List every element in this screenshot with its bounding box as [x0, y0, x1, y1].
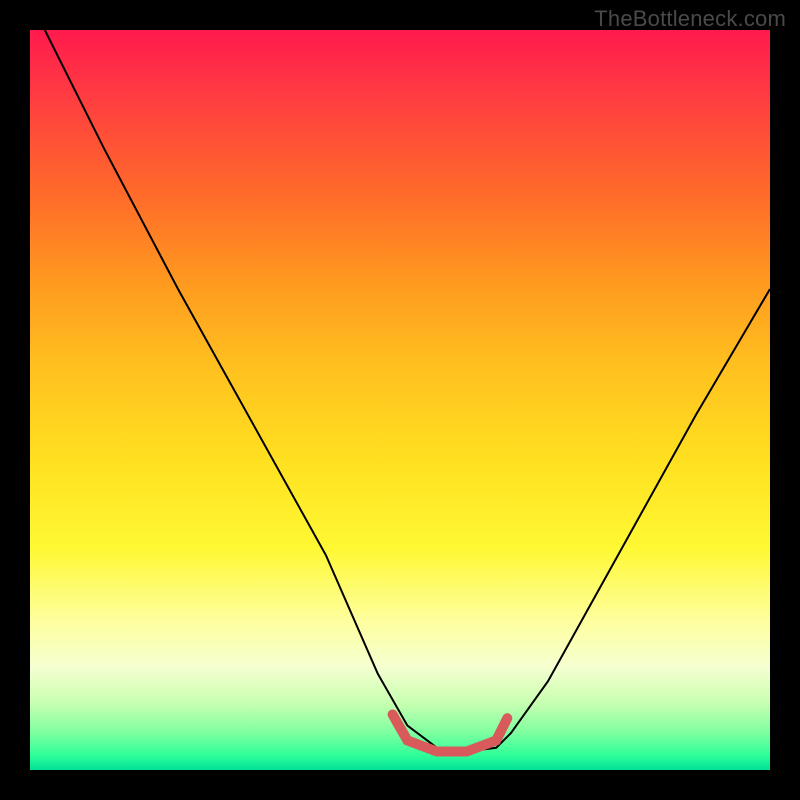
watermark-text: TheBottleneck.com: [594, 6, 786, 32]
chart-frame: TheBottleneck.com: [0, 0, 800, 800]
bottleneck-curve-main: [45, 30, 770, 752]
chart-svg: [30, 30, 770, 770]
trough-highlight: [393, 715, 508, 752]
